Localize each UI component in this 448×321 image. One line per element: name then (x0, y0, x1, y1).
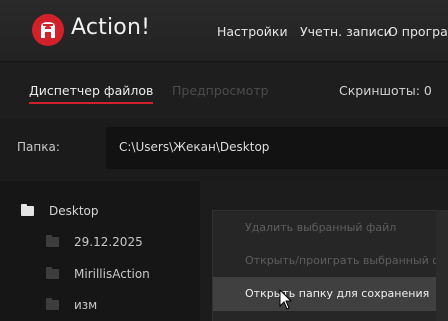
folder-icon (21, 204, 34, 216)
nav-accounts[interactable]: Учетн. записи (300, 24, 392, 39)
context-menu: Удалить выбранный файл Открыть/проиграть… (212, 210, 448, 321)
tabs-bar: Диспетчер файлов Предпросмотр Скриншоты:… (0, 63, 448, 119)
menu-item-open-play-file[interactable]: Открыть/проиграть выбранный файл (213, 244, 448, 278)
menu-item-label: Открыть папку для сохранения (245, 287, 430, 300)
folder-icon (46, 235, 59, 247)
mouse-cursor-icon (279, 288, 293, 311)
folder-label: Папка: (17, 140, 60, 154)
app-header: Action! Настройки Учетн. записи О програ (0, 0, 448, 62)
folder-icon (46, 298, 59, 310)
action-logo-icon (32, 14, 64, 46)
scrollbar[interactable] (436, 210, 448, 321)
menu-item-open-save-folder[interactable]: Открыть папку для сохранения (213, 277, 448, 311)
tab-preview[interactable]: Предпросмотр (172, 83, 269, 98)
app-title: Action! (71, 15, 151, 40)
menu-item-delete-file[interactable]: Удалить выбранный файл (213, 211, 448, 245)
tree-item-label: 29.12.2025 (74, 235, 143, 249)
tree-item-label: Desktop (49, 204, 99, 218)
tree-item-label: изм (74, 298, 98, 312)
menu-item-label: Открыть/проиграть выбранный файл (245, 254, 448, 267)
tab-file-manager[interactable]: Диспетчер файлов (29, 83, 154, 104)
nav-settings[interactable]: Настройки (217, 24, 288, 39)
menu-item-label: Удалить выбранный файл (245, 221, 397, 234)
folder-row: Папка: C:\Users\Жекан\Desktop (0, 119, 448, 177)
folder-icon (46, 267, 59, 279)
tree-item-label: MirillisAction (74, 267, 150, 281)
folder-path-text: C:\Users\Жекан\Desktop (119, 140, 270, 154)
tab-screenshots[interactable]: Скриншоты: 0 (339, 83, 432, 98)
folder-path-field[interactable]: C:\Users\Жекан\Desktop (106, 127, 448, 169)
folder-tree (0, 181, 200, 321)
nav-about[interactable]: О програ (388, 24, 448, 39)
